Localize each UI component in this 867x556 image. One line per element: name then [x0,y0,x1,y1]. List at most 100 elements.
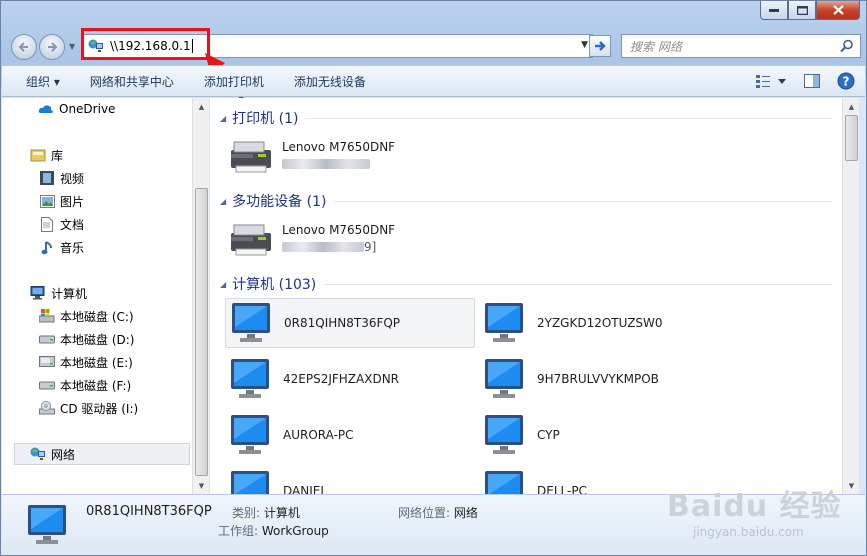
computer-item[interactable]: 0R81QIHN8T36FQP [225,298,475,348]
add-printer-button[interactable]: 添加打印机 [189,73,279,90]
search-box[interactable]: 搜索 网络 [621,34,861,58]
collapse-icon[interactable]: ◢ [220,114,226,123]
computer-item[interactable]: DELL-PC [479,466,729,494]
sidebar-item-network[interactable]: 网络 [14,443,190,465]
detail-label: 工作组: [218,524,259,538]
sidebar-item-label: 音乐 [60,240,85,255]
search-input[interactable]: 搜索 网络 [630,38,682,55]
sidebar-item-documents[interactable]: 文档 [39,213,84,235]
recent-pages-chevron-icon[interactable]: ▼ [69,42,75,51]
search-icon[interactable] [840,39,854,53]
detail-value: 计算机 [263,506,300,520]
minimize-icon [769,9,779,12]
computer-item[interactable]: 9H7BRULVVYKMPOB [479,354,729,404]
sidebar-item-drive-i[interactable]: CD 驱动器 (I:) [39,397,138,419]
navigation-pane-scrollbar[interactable]: ▲ ▼ [192,98,209,494]
scroll-thumb[interactable] [195,188,208,476]
computer-icon [485,471,523,494]
printer-item[interactable]: Lenovo M7650DNF [228,136,395,174]
computer-item[interactable]: CYP [479,410,729,460]
forward-arrow-icon [48,42,58,52]
sidebar-item-pictures[interactable]: 图片 [39,190,84,212]
computer-icon [231,471,269,494]
computer-item[interactable]: AURORA-PC [225,410,475,460]
library-icon [30,147,46,163]
organize-menu[interactable]: 组织 ▾ [2,73,75,90]
address-input[interactable]: \\192.168.0.1 [110,39,191,53]
scroll-down-icon[interactable]: ▼ [193,477,210,494]
sidebar-item-label: OneDrive [59,102,116,116]
svg-text:?: ? [843,75,850,89]
sidebar-item-drive-d[interactable]: 本地磁盘 (D:) [39,328,134,350]
multifunction-device-item[interactable]: Lenovo M7650DNF 9] [228,219,395,257]
help-button[interactable]: ? [835,70,857,92]
group-header-computers[interactable]: ◢ 计算机 (103) [220,274,832,294]
device-name: Lenovo M7650DNF [282,139,396,154]
computer-name: CYP [537,428,560,442]
help-icon: ? [837,72,855,90]
pictures-library-icon [39,193,55,209]
collapse-icon[interactable]: ◢ [220,280,226,289]
printer-icon [231,141,271,173]
network-sharing-center-button[interactable]: 网络和共享中心 [75,73,189,90]
content-pane: ◢ 打印机 (1) Lenovo M7650DNF ◢ 多功能设备 (1) Le… [210,98,842,494]
computer-name: DELL-PC [537,484,587,494]
preview-pane-button[interactable] [801,70,823,92]
computer-icon [485,415,523,454]
scroll-thumb[interactable] [845,115,858,161]
sidebar-item-label: 本地磁盘 (D:) [60,332,135,347]
sidebar-item-onedrive[interactable]: OneDrive [38,98,115,120]
computer-icon [28,505,66,544]
group-title: 多功能设备 (1) [232,194,327,210]
go-button[interactable] [589,35,611,57]
device-subtitle-redacted [282,157,395,171]
preview-pane-icon [804,74,820,88]
scroll-down-icon[interactable]: ▼ [843,477,860,494]
forward-button[interactable] [39,34,65,60]
sidebar-item-drive-c[interactable]: 本地磁盘 (C:) [39,305,134,327]
change-view-button[interactable] [753,70,789,92]
computer-item[interactable]: 42EPS2JFHZAXDNR [225,354,475,404]
sidebar-item-computer[interactable]: 计算机 [30,282,87,304]
device-subtitle-tail: 9] [364,239,377,254]
detail-category: 类别: 计算机 [232,504,300,521]
sidebar-item-label: 本地磁盘 (E:) [60,355,133,370]
sidebar-item-label: 图片 [60,194,85,209]
scroll-up-icon[interactable]: ▲ [193,98,210,115]
add-wireless-device-button[interactable]: 添加无线设备 [279,73,381,90]
computer-name: AURORA-PC [283,428,354,442]
computer-item[interactable]: 2YZGKD12OTUZSW0 [479,298,729,348]
network-icon [30,446,46,462]
content-scrollbar[interactable]: ▲ ▼ [842,98,859,494]
music-note-icon [39,239,55,255]
printer-icon [231,224,271,256]
computer-icon [30,285,46,301]
sidebar-item-music[interactable]: 音乐 [39,236,84,258]
collapse-icon[interactable]: ◢ [220,197,226,206]
navigation-bar: ▼ \\192.168.0.1 ▼ 搜索 网络 [9,31,861,63]
hard-drive-icon [39,354,55,370]
group-header-printers[interactable]: ◢ 打印机 (1) [220,108,832,128]
sidebar-item-label: 库 [51,148,64,163]
scroll-up-icon[interactable]: ▲ [843,98,860,115]
system-drive-icon [39,308,55,324]
group-header-multifunction[interactable]: ◢ 多功能设备 (1) [220,191,832,211]
navigation-pane: OneDrive 库 视频 图片 文档 音乐 计算机 本地磁盘 (C:) 本地磁… [2,98,192,494]
explorer-window: ▼ \\192.168.0.1 ▼ 搜索 网络 组织 ▾ 网络和共享中心 添加打… [0,0,867,556]
address-bar[interactable]: \\192.168.0.1 ▼ [81,34,593,58]
close-button[interactable] [816,1,860,20]
sidebar-item-drive-f[interactable]: 本地磁盘 (F:) [39,374,131,396]
computer-icon [232,303,270,342]
minimize-button[interactable] [760,1,788,20]
maximize-button[interactable] [788,1,816,20]
computer-item[interactable]: DANIEL [225,466,475,494]
sidebar-item-videos[interactable]: 视频 [39,167,84,189]
detail-label: 网络位置: [398,506,451,520]
sidebar-item-drive-e[interactable]: 本地磁盘 (E:) [39,351,133,373]
computer-icon [485,359,523,398]
sidebar-item-libraries[interactable]: 库 [30,144,63,166]
back-button[interactable] [11,34,37,60]
sidebar-item-label: 本地磁盘 (C:) [60,309,134,324]
cd-drive-icon [39,400,55,416]
address-dropdown-icon[interactable]: ▼ [581,40,588,50]
